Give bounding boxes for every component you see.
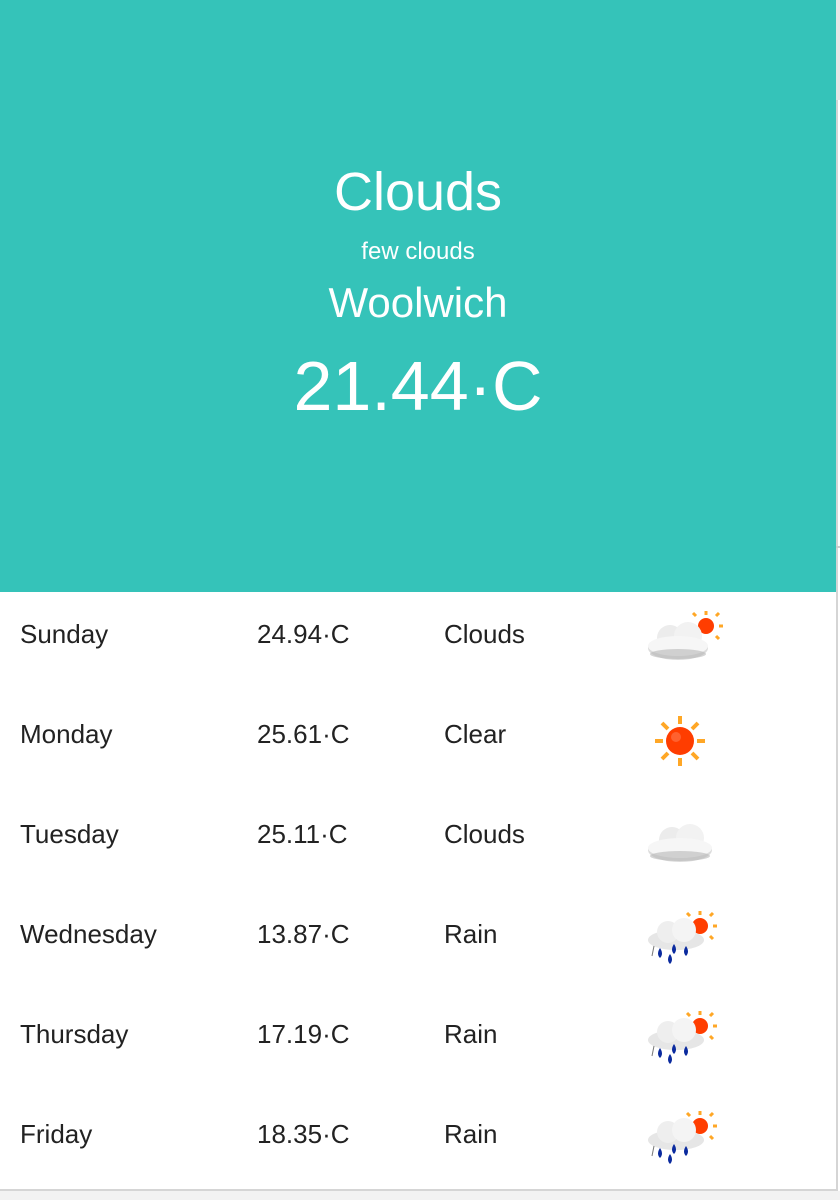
- forecast-day: Friday: [20, 1119, 93, 1149]
- current-weather-panel: Clouds few clouds Woolwich 21.44·C: [0, 0, 836, 592]
- forecast-row-wednesday: Wednesday 13.87·C Rain: [0, 892, 836, 992]
- forecast-day: Wednesday: [20, 919, 157, 949]
- current-condition: Clouds: [333, 162, 503, 222]
- cloud-sun-icon: [648, 611, 723, 660]
- forecast-day: Tuesday: [20, 819, 119, 849]
- current-description: few clouds: [361, 238, 475, 265]
- window-edge-mark: [836, 546, 840, 548]
- rain-sun-icon: [648, 1111, 717, 1164]
- rain-sun-icon: [648, 1011, 717, 1064]
- weather-app: Clouds few clouds Woolwich 21.44·C Sunda…: [0, 0, 840, 1200]
- forecast-day: Sunday: [20, 619, 109, 649]
- forecast-row-monday: Monday 25.61·C Clear: [0, 692, 836, 792]
- forecast-row-thursday: Thursday 17.19·C Rain: [0, 992, 836, 1092]
- forecast-temperature: 17.19·C: [257, 1019, 350, 1049]
- forecast-temperature: 25.61·C: [257, 719, 350, 749]
- cloud-icon: [648, 824, 712, 862]
- scrollbar-track[interactable]: [836, 0, 840, 100]
- forecast-condition: Clear: [444, 719, 507, 749]
- forecast-condition: Clouds: [444, 619, 525, 649]
- window-right-border: [836, 0, 838, 1190]
- cloud-icon: [648, 622, 708, 660]
- forecast-temperature: 13.87·C: [257, 919, 350, 949]
- forecast-temperature: 18.35·C: [257, 1119, 350, 1149]
- forecast-condition: Rain: [444, 919, 498, 949]
- forecast-condition: Rain: [444, 1019, 498, 1049]
- forecast-temperature: 25.11·C: [257, 819, 348, 849]
- current-temperature: 21.44·C: [293, 347, 543, 425]
- forecast-row-tuesday: Tuesday 25.11·C Clouds: [0, 792, 836, 892]
- current-city: Woolwich: [328, 279, 508, 326]
- rain-sun-icon: [648, 911, 717, 964]
- forecast-condition: Rain: [444, 1119, 498, 1149]
- forecast-day: Monday: [20, 719, 113, 749]
- forecast-list: Sunday 24.94·C Clouds Monday 25.61·C Cle…: [0, 592, 836, 1192]
- window-bottom-shade: [0, 1191, 840, 1200]
- forecast-row-friday: Friday 18.35·C Rain: [0, 1092, 836, 1192]
- forecast-condition: Clouds: [444, 819, 525, 849]
- forecast-day: Thursday: [20, 1019, 129, 1049]
- sun-icon: [655, 716, 705, 766]
- forecast-temperature: 24.94·C: [257, 619, 350, 649]
- forecast-row-sunday: Sunday 24.94·C Clouds: [0, 592, 836, 692]
